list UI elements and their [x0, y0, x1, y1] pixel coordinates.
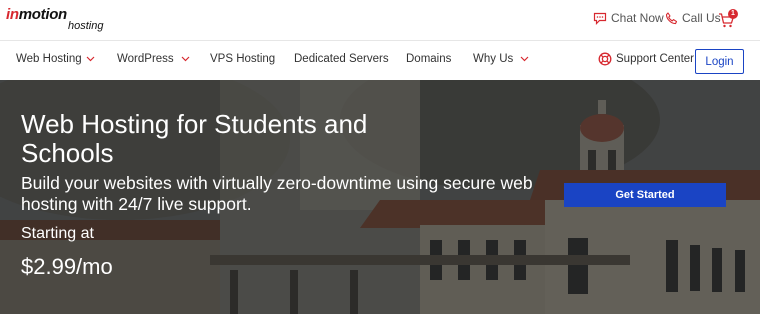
chevron-down-icon — [520, 56, 529, 62]
chat-now-label: Chat Now — [611, 11, 664, 25]
nav-item-label: Why Us — [473, 53, 514, 65]
nav-item-domains[interactable]: Domains — [406, 53, 451, 65]
top-bar: inmotion hosting Chat Now Call Us 1 — [0, 0, 760, 40]
support-center-link[interactable]: Support Center — [598, 52, 694, 66]
hero-title: Web Hosting for Students and Schools — [21, 109, 368, 168]
chevron-down-icon — [181, 56, 190, 62]
nav-item-dedicated-servers[interactable]: Dedicated Servers — [294, 53, 389, 65]
get-started-button[interactable]: Get Started — [564, 183, 726, 207]
nav-item-wordpress[interactable]: WordPress — [117, 53, 190, 65]
hero-price: $2.99/mo — [21, 254, 113, 279]
nav-item-label: Domains — [406, 53, 452, 65]
chevron-down-icon — [86, 56, 95, 62]
nav-item-why-us[interactable]: Why Us — [473, 53, 529, 65]
cart-button[interactable]: 1 — [718, 9, 740, 29]
call-us-label: Call Us — [682, 11, 721, 25]
logo-subtext: hosting — [68, 20, 104, 32]
lifebuoy-icon — [598, 52, 612, 66]
chat-bubble-icon — [593, 12, 607, 25]
cart-count-badge: 1 — [728, 9, 738, 19]
login-button[interactable]: Login — [695, 49, 744, 74]
main-nav: Web Hosting WordPress VPS Hosting Dedica… — [0, 41, 760, 80]
nav-item-label: Dedicated Servers — [294, 53, 389, 65]
nav-item-label: VPS Hosting — [210, 53, 276, 65]
hero-subtitle: Build your websites with virtually zero-… — [21, 173, 533, 214]
hero-banner: Web Hosting for Students and Schools Bui… — [0, 80, 760, 314]
inmotion-hosting-logo[interactable]: inmotion hosting — [6, 6, 116, 34]
starting-at-label: Starting at — [21, 225, 94, 242]
logo-wordmark: inmotion — [6, 6, 67, 23]
nav-item-label: WordPress — [117, 53, 174, 65]
support-center-label: Support Center — [616, 53, 694, 65]
nav-item-label: Web Hosting — [16, 53, 82, 65]
call-us-link[interactable]: Call Us — [665, 11, 721, 25]
nav-item-vps-hosting[interactable]: VPS Hosting — [210, 53, 275, 65]
phone-icon — [665, 11, 678, 24]
chat-now-link[interactable]: Chat Now — [593, 11, 664, 25]
nav-item-web-hosting[interactable]: Web Hosting — [16, 53, 95, 65]
